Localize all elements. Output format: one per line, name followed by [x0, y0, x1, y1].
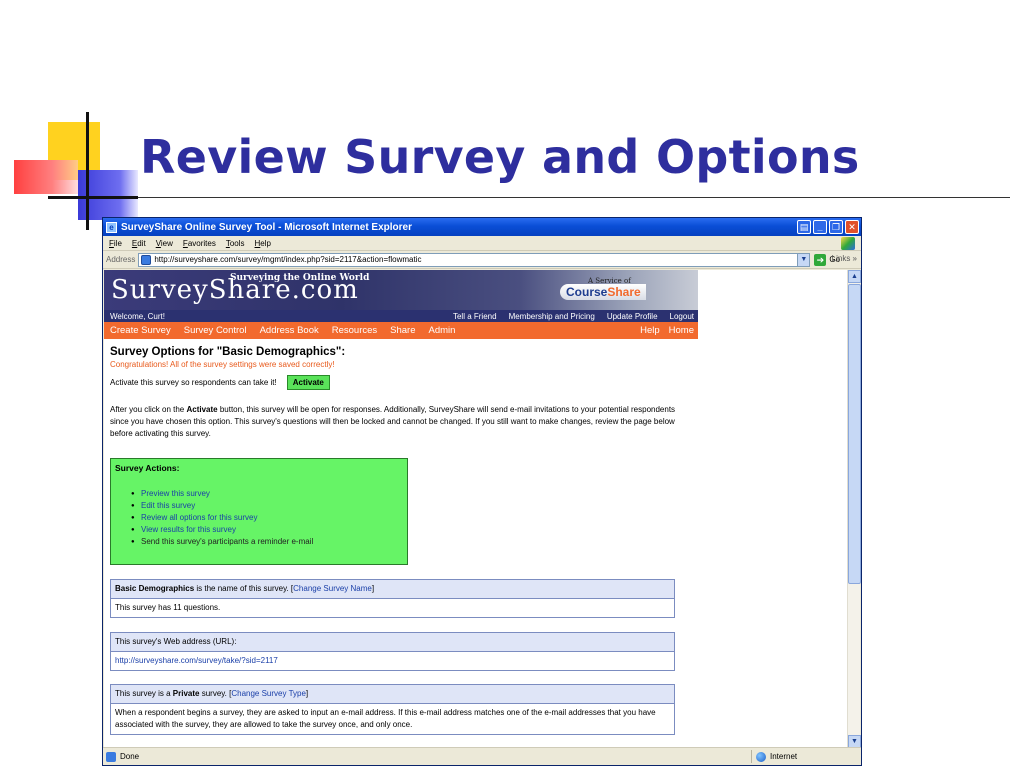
browser-window: e SurveyShare Online Survey Tool - Micro… [102, 217, 862, 766]
menu-file[interactable]: File [109, 239, 122, 248]
slide-decoration-vline [86, 112, 89, 230]
courseshare-course: Course [566, 285, 608, 299]
close-bracket: ] [371, 584, 375, 593]
slide-title: Review Survey and Options [140, 130, 860, 184]
survey-type-box: This survey is a Private survey. [Change… [110, 684, 675, 735]
congrats-message: Congratulations! All of the survey setti… [110, 360, 335, 369]
go-arrow-icon: ➔ [814, 253, 827, 266]
globe-icon [756, 751, 766, 762]
ie-app-icon: e [106, 221, 117, 233]
link-logout[interactable]: Logout [670, 312, 694, 321]
change-survey-type-link[interactable]: Change Survey Type [231, 689, 306, 698]
survey-type-description: When a respondent begins a survey, they … [111, 704, 674, 734]
action-send-reminder[interactable]: Send this survey's participants a remind… [131, 536, 403, 548]
survey-url-label: This survey's Web address (URL): [111, 633, 674, 652]
survey-name-row: Basic Demographics is the name of this s… [111, 580, 674, 599]
nav-resources[interactable]: Resources [332, 325, 377, 336]
menu-tools[interactable]: Tools [226, 239, 245, 248]
page-done-icon [106, 751, 116, 762]
menu-edit[interactable]: Edit [132, 239, 146, 248]
page-heading: Survey Options for "Basic Demographics": [110, 346, 346, 358]
survey-name: Basic Demographics [115, 584, 195, 593]
welcome-bar: Welcome, Curt! Tell a Friend Membership … [104, 310, 698, 322]
link-tell-a-friend[interactable]: Tell a Friend [453, 312, 497, 321]
slide: Review Survey and Options e SurveyShare … [0, 0, 1024, 768]
survey-actions-box: Survey Actions: Preview this survey Edit… [110, 458, 408, 565]
survey-type-prefix: This survey is a [115, 689, 173, 698]
change-survey-name-link[interactable]: Change Survey Name [293, 584, 372, 593]
top-links: Tell a Friend Membership and Pricing Upd… [453, 310, 694, 322]
vertical-scrollbar[interactable]: ▲ ▼ [847, 270, 861, 748]
address-label: Address [106, 255, 136, 264]
scroll-thumb[interactable] [848, 284, 861, 584]
nav-address-book[interactable]: Address Book [260, 325, 319, 336]
para-pre: After you click on the [110, 405, 187, 414]
activate-button[interactable]: Activate [286, 375, 330, 390]
survey-name-suffix: is the name of this survey. [ [194, 584, 294, 593]
close-bracket: ] [305, 689, 309, 698]
action-preview[interactable]: Preview this survey [131, 488, 403, 500]
nav-right: Help Home [640, 322, 694, 339]
link-membership[interactable]: Membership and Pricing [509, 312, 595, 321]
nav-share[interactable]: Share [390, 325, 415, 336]
survey-actions-title: Survey Actions: [115, 463, 180, 473]
action-edit[interactable]: Edit this survey [131, 500, 403, 512]
window-titlebar[interactable]: e SurveyShare Online Survey Tool - Micro… [103, 218, 861, 236]
welcome-text: Welcome, Curt! [110, 311, 165, 321]
window-menu-icon[interactable]: ▤ [797, 220, 811, 234]
page-icon [141, 254, 152, 265]
close-button[interactable]: ✕ [845, 220, 859, 234]
nav-admin[interactable]: Admin [429, 325, 456, 336]
menu-favorites[interactable]: Favorites [183, 239, 216, 248]
menu-help[interactable]: Help [255, 239, 271, 248]
activate-prompt: Activate this survey so respondents can … [110, 378, 277, 387]
survey-type-suffix: survey. [ [199, 689, 232, 698]
zone-label: Internet [770, 752, 798, 761]
menu-bar: File Edit View Favorites Tools Help [103, 236, 861, 251]
restore-button[interactable]: ❐ [829, 220, 843, 234]
survey-question-count: This survey has 11 questions. [111, 599, 674, 617]
page-viewport: SurveyShare.com Surveying the Online Wor… [104, 270, 849, 748]
address-dropdown-icon[interactable]: ▼ [797, 253, 810, 266]
para-bold: Activate [186, 405, 218, 414]
action-view-results[interactable]: View results for this survey [131, 524, 403, 536]
address-input[interactable]: http://surveyshare.com/survey/mgmt/index… [138, 252, 811, 267]
courseshare-logo[interactable]: CourseShare [560, 284, 646, 300]
survey-type: Private [172, 689, 200, 698]
address-url: http://surveyshare.com/survey/mgmt/index… [154, 255, 422, 264]
menu-view[interactable]: View [156, 239, 173, 248]
activate-row: Activate this survey so respondents can … [110, 375, 695, 390]
status-bar: Done Internet [103, 747, 861, 765]
links-label: Links [831, 254, 851, 263]
minimize-button[interactable]: _ [813, 220, 827, 234]
page-body: Survey Options for "Basic Demographics":… [110, 346, 695, 735]
nav-home[interactable]: Home [669, 325, 694, 336]
site-nav: Create Survey Survey Control Address Boo… [104, 322, 698, 339]
windows-logo-icon [841, 237, 855, 250]
status-text: Done [120, 752, 140, 761]
window-controls: ▤ _ ❐ ✕ [797, 220, 859, 234]
slide-decoration-hline [50, 197, 1010, 198]
activate-explanation: After you click on the Activate button, … [110, 404, 695, 440]
survey-url-box: This survey's Web address (URL): http://… [110, 632, 675, 671]
survey-type-row: This survey is a Private survey. [Change… [111, 685, 674, 704]
survey-url-link[interactable]: http://surveyshare.com/survey/take/?sid=… [111, 652, 674, 670]
slide-decoration-hline-thick [48, 196, 138, 199]
courseshare-share: Share [607, 285, 641, 299]
security-zone: Internet [751, 750, 797, 763]
address-bar: Address http://surveyshare.com/survey/mg… [103, 251, 861, 269]
link-update-profile[interactable]: Update Profile [607, 312, 658, 321]
nav-survey-control[interactable]: Survey Control [184, 325, 247, 336]
survey-name-box: Basic Demographics is the name of this s… [110, 579, 675, 618]
scroll-up-icon[interactable]: ▲ [848, 270, 861, 283]
nav-create-survey[interactable]: Create Survey [110, 325, 171, 336]
nav-help[interactable]: Help [640, 325, 660, 336]
links-button[interactable]: Links » [832, 254, 857, 263]
site-tagline: Surveying the Online World [230, 273, 370, 283]
site-header: SurveyShare.com Surveying the Online Wor… [104, 270, 698, 310]
slide-decoration-red [14, 160, 78, 194]
action-review-options[interactable]: Review all options for this survey [131, 512, 403, 524]
window-title: SurveyShare Online Survey Tool - Microso… [121, 221, 412, 233]
survey-actions-list: Preview this survey Edit this survey Rev… [115, 488, 403, 548]
